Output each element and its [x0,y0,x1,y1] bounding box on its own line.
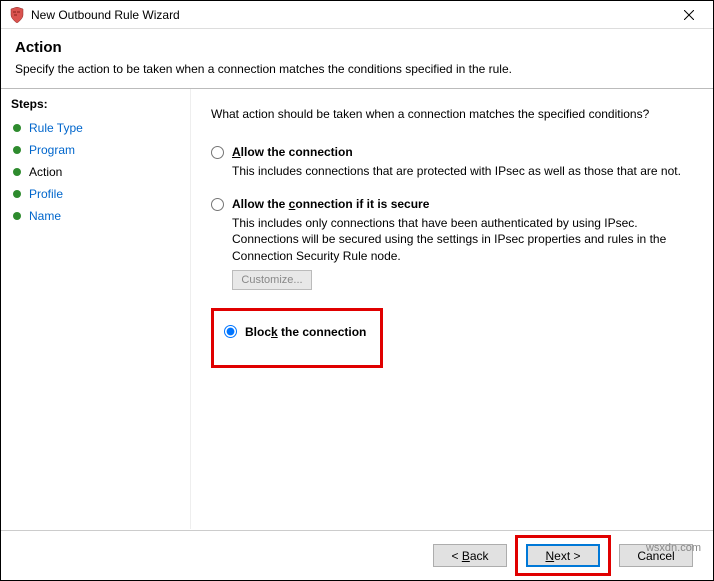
wizard-main: What action should be taken when a conne… [191,89,713,529]
bullet-icon [13,212,21,220]
step-action: Action [11,161,180,183]
radio-allow[interactable] [211,146,224,159]
label-allow-secure[interactable]: Allow the connection if it is secure [232,197,429,211]
firewall-icon [9,7,25,23]
bullet-icon [13,124,21,132]
page-heading: Action [15,39,699,56]
watermark: wsxdn.com [646,542,701,554]
step-rule-type[interactable]: Rule Type [11,117,180,139]
radio-allow-secure[interactable] [211,198,224,211]
desc-allow: This includes connections that are prote… [232,163,693,179]
step-profile[interactable]: Profile [11,183,180,205]
back-button[interactable]: < Back [433,544,507,567]
next-highlight: Next > [515,535,611,576]
bullet-icon [13,190,21,198]
steps-sidebar: Steps: Rule Type Program Action Profile … [1,89,191,529]
action-prompt: What action should be taken when a conne… [211,107,693,121]
step-name[interactable]: Name [11,205,180,227]
option-allow-secure: Allow the connection if it is secure Thi… [211,197,693,290]
label-block[interactable]: Block the connection [245,325,366,339]
close-button[interactable] [673,4,705,26]
bullet-icon [13,146,21,154]
next-button[interactable]: Next > [526,544,600,567]
steps-title: Steps: [11,97,180,111]
window-title: New Outbound Rule Wizard [31,8,673,22]
step-program[interactable]: Program [11,139,180,161]
bullet-icon [13,168,21,176]
customize-button: Customize... [232,270,312,290]
wizard-footer: < Back Next > Cancel [1,530,713,580]
steps-list: Rule Type Program Action Profile Name [11,117,180,227]
radio-block[interactable] [224,325,237,338]
option-block-highlight: Block the connection [211,308,383,368]
page-subtitle: Specify the action to be taken when a co… [15,62,699,76]
titlebar: New Outbound Rule Wizard [1,1,713,29]
label-allow[interactable]: Allow the connection [232,145,353,159]
option-allow: Allow the connection This includes conne… [211,145,693,179]
desc-allow-secure: This includes only connections that have… [232,215,693,264]
wizard-header: Action Specify the action to be taken wh… [1,29,713,88]
